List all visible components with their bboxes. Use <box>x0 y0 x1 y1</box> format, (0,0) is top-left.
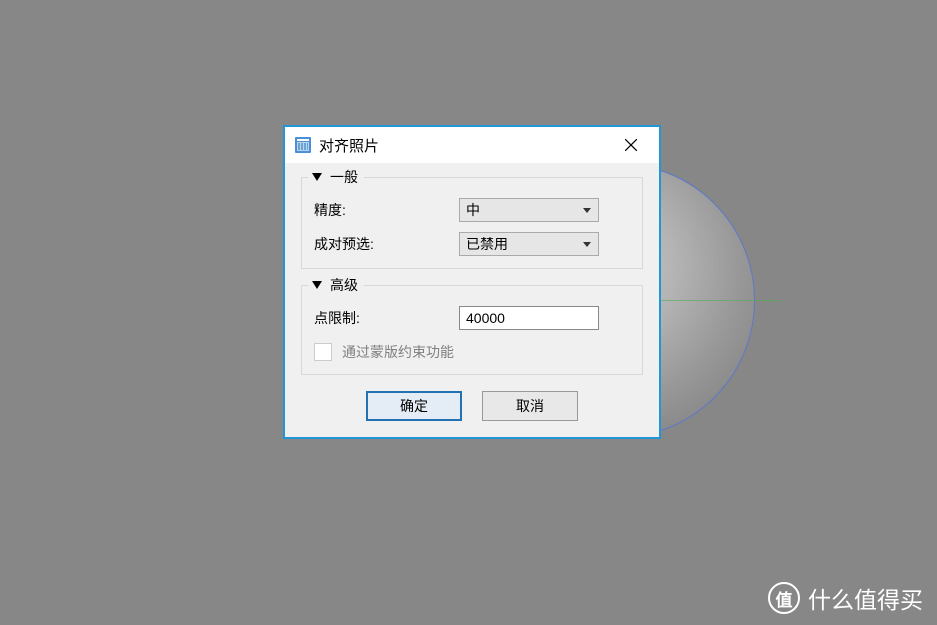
align-photos-dialog: 对齐照片 一般 精度: 中 成对预选: <box>283 125 661 439</box>
chevron-down-icon <box>583 242 591 247</box>
accuracy-label: 精度: <box>314 200 459 220</box>
watermark: 值 什么值得买 <box>768 581 923 615</box>
triangle-down-icon <box>312 281 322 289</box>
cancel-button[interactable]: 取消 <box>482 391 578 421</box>
row-pair-preselection: 成对预选: 已禁用 <box>314 232 630 256</box>
group-general-title: 一般 <box>330 167 358 187</box>
app-icon <box>295 137 311 153</box>
pointlimit-label: 点限制: <box>314 308 459 328</box>
row-point-limit: 点限制: <box>314 306 630 330</box>
pair-label: 成对预选: <box>314 234 459 254</box>
axis-line <box>651 300 781 301</box>
watermark-badge: 值 <box>768 582 800 614</box>
group-advanced-header[interactable]: 高级 <box>308 275 364 295</box>
pair-value: 已禁用 <box>466 234 508 254</box>
accuracy-dropdown[interactable]: 中 <box>459 198 599 222</box>
dialog-title: 对齐照片 <box>319 135 379 156</box>
close-icon <box>625 139 637 151</box>
accuracy-value: 中 <box>466 200 480 220</box>
row-accuracy: 精度: 中 <box>314 198 630 222</box>
group-advanced: 高级 点限制: 通过蒙版约束功能 <box>301 285 643 375</box>
group-general-header[interactable]: 一般 <box>308 167 364 187</box>
group-advanced-title: 高级 <box>330 275 358 295</box>
button-row: 确定 取消 <box>301 391 643 421</box>
pair-dropdown[interactable]: 已禁用 <box>459 232 599 256</box>
watermark-text: 什么值得买 <box>808 581 923 615</box>
close-button[interactable] <box>611 130 651 160</box>
chevron-down-icon <box>583 208 591 213</box>
dialog-body: 一般 精度: 中 成对预选: 已禁用 高级 <box>285 163 659 437</box>
pointlimit-input[interactable] <box>459 306 599 330</box>
ok-button[interactable]: 确定 <box>366 391 462 421</box>
mask-constraint-label: 通过蒙版约束功能 <box>342 342 454 362</box>
group-general: 一般 精度: 中 成对预选: 已禁用 <box>301 177 643 269</box>
title-bar: 对齐照片 <box>285 127 659 163</box>
row-mask-constraint: 通过蒙版约束功能 <box>314 342 630 362</box>
mask-constraint-checkbox[interactable] <box>314 343 332 361</box>
triangle-down-icon <box>312 173 322 181</box>
